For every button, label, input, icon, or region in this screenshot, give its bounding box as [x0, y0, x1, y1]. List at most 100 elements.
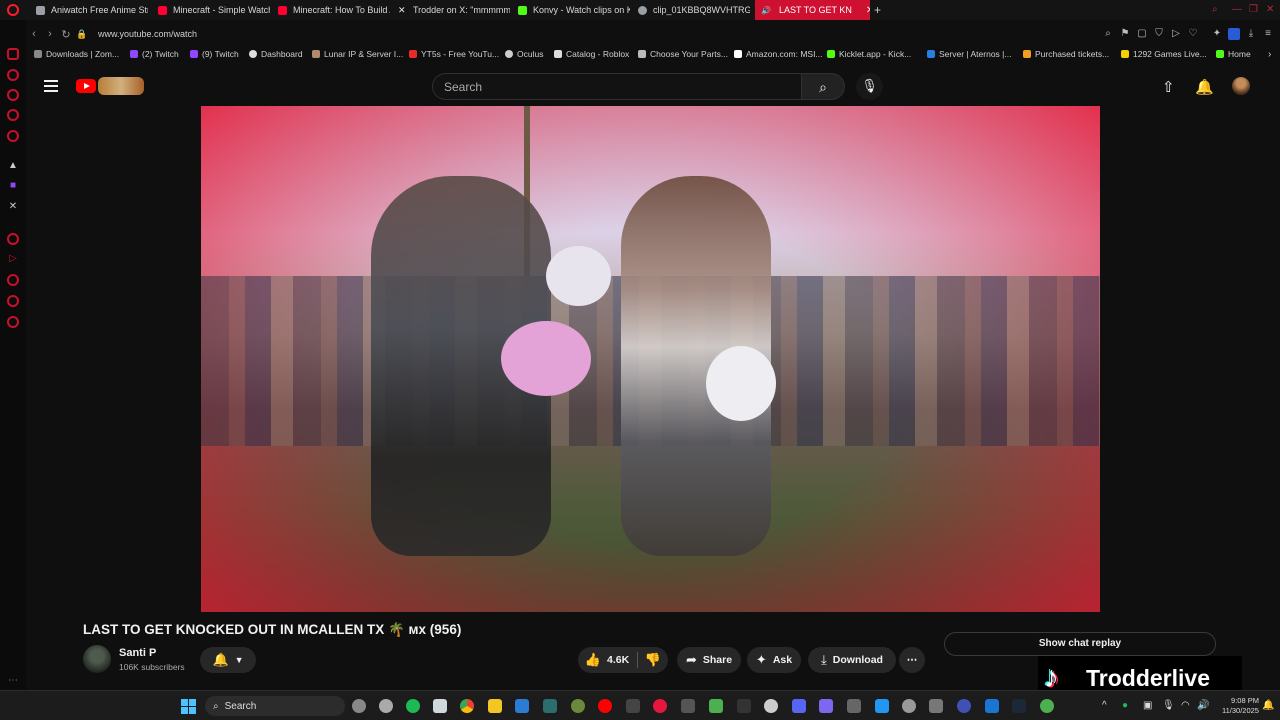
url-field[interactable]: www.youtube.com/watch [98, 29, 197, 39]
sidebar-app-icon[interactable] [7, 316, 19, 328]
tab-minecraft-simple[interactable]: Minecraft - Simple Watch [152, 0, 270, 20]
search-button[interactable]: ⌕ [801, 73, 845, 100]
bookmark-item[interactable]: (2) Twitch [130, 49, 179, 59]
spotify-tray-icon[interactable]: ● [1122, 700, 1128, 711]
twitch-icon[interactable]: ■ [7, 180, 19, 191]
bookmark-item[interactable]: Catalog - Roblox [554, 49, 629, 59]
bookmark-item[interactable]: Server | Aternos |... [927, 49, 1011, 59]
taskbar-app-icon[interactable] [653, 699, 667, 713]
sidebar-app-icon[interactable] [7, 48, 19, 60]
menu-icon[interactable]: ≡ [1262, 28, 1274, 40]
bookmark-item[interactable]: Lunar IP & Server I... [312, 49, 403, 59]
taskbar-app-icon[interactable] [737, 699, 751, 713]
taskbar-app-icon[interactable] [681, 699, 695, 713]
search-input[interactable]: Search [432, 73, 802, 100]
voice-search-button[interactable]: 🎙 [856, 73, 883, 100]
notification-bell-button[interactable]: 🔔 ▼ [200, 647, 256, 673]
bookmark-item[interactable]: Amazon.com: MSI... [734, 49, 823, 59]
notification-icon[interactable]: 🔔 [1262, 700, 1274, 711]
volume-icon[interactable]: 🔊 [1197, 700, 1209, 711]
microphone-tray-icon[interactable]: 🎙 [1162, 700, 1175, 711]
upload-icon[interactable]: ⇧ [1162, 78, 1175, 96]
bookmark-item[interactable]: Downloads | Zom... [34, 49, 119, 59]
profile-icon[interactable] [1228, 28, 1240, 40]
dislike-button[interactable]: 👎 [640, 647, 666, 673]
back-icon[interactable]: ‹ [26, 28, 42, 40]
sidebar-app-icon[interactable] [7, 69, 19, 81]
steam-icon[interactable] [1012, 699, 1026, 713]
channel-name[interactable]: Santi P [119, 647, 156, 659]
taskbar-app-icon[interactable] [929, 699, 943, 713]
tab-minecraft-build[interactable]: Minecraft: How To Build A [272, 0, 390, 20]
taskbar-app-icon[interactable] [515, 699, 529, 713]
sidebar-app-icon[interactable] [7, 233, 19, 245]
close-tab-icon[interactable]: ✕ [866, 5, 870, 16]
sidebar-app-icon[interactable] [7, 89, 19, 101]
taskbar-app-icon[interactable] [626, 699, 640, 713]
minimize-icon[interactable]: — [1232, 4, 1242, 15]
share-button[interactable]: ➦ Share [677, 647, 741, 673]
bookmark-item[interactable]: Home [1216, 49, 1251, 59]
taskbar-app-icon[interactable] [1040, 699, 1054, 713]
ask-button[interactable]: ✦ Ask [747, 647, 801, 673]
video-player[interactable] [201, 106, 1100, 612]
forward-icon[interactable]: › [42, 28, 58, 40]
system-clock[interactable]: 9:08 PM 11/30/2025 [1222, 696, 1259, 716]
taskbar-app-icon[interactable] [543, 699, 557, 713]
wifi-icon[interactable]: ◠ [1181, 700, 1190, 711]
tray-app-icon[interactable]: ▣ [1143, 700, 1152, 711]
youtube-icon[interactable] [598, 699, 612, 713]
show-chat-replay-button[interactable]: Show chat replay [944, 632, 1216, 656]
heart-icon[interactable]: ♡ [1187, 28, 1199, 40]
bookmark-item[interactable]: Kicklet.app - Kick... [827, 49, 911, 59]
bookmark-icon[interactable]: ⚑ [1119, 28, 1131, 40]
taskbar-app-icon[interactable] [902, 699, 916, 713]
taskbar-app-icon[interactable] [709, 699, 723, 713]
hamburger-menu-icon[interactable] [44, 80, 58, 92]
taskbar-app-icon[interactable] [847, 699, 861, 713]
bookmark-item[interactable]: Oculus [505, 49, 543, 59]
bookmark-item[interactable]: (9) Twitch [190, 49, 239, 59]
bookmark-item[interactable]: Dashboard [249, 49, 303, 59]
youtube-doodle-logo[interactable] [98, 77, 144, 95]
chrome-icon[interactable] [460, 699, 474, 713]
download-icon[interactable]: ⤓ [1245, 28, 1257, 40]
sidebar-app-icon[interactable] [7, 109, 19, 121]
maximize-icon[interactable]: ❐ [1249, 4, 1258, 15]
shield-icon[interactable]: ⛉ [1153, 28, 1165, 40]
taskbar-search[interactable]: ⌕ Search [205, 696, 345, 716]
spotify-icon[interactable] [406, 699, 420, 713]
bookmark-item[interactable]: 1292 Games Live... [1121, 49, 1207, 59]
sidebar-play-icon[interactable]: ▷ [7, 253, 19, 264]
zoom-icon[interactable]: ⌕ [1102, 28, 1114, 40]
tab-active-video[interactable]: 🔊 LAST TO GET KN ✕ [755, 0, 870, 20]
sidebar-app-icon[interactable] [7, 274, 19, 286]
like-button[interactable]: 👍 4.6K [578, 647, 636, 673]
tab-clip[interactable]: clip_01KBBQ8WVHTRG3 [632, 0, 750, 20]
download-button[interactable]: ⤓ Download [808, 647, 896, 673]
x-icon[interactable]: ✕ [7, 201, 19, 212]
channel-avatar[interactable] [83, 645, 111, 673]
sidebar-triangle-icon[interactable]: ▲ [7, 160, 19, 171]
youtube-logo[interactable] [76, 79, 96, 93]
tab-konvy-kick[interactable]: Konvy - Watch clips on K [512, 0, 630, 20]
taskbar-app-icon[interactable] [379, 699, 393, 713]
taskbar-app-icon[interactable] [352, 699, 366, 713]
file-explorer-icon[interactable] [488, 699, 502, 713]
taskbar-app-icon[interactable] [985, 699, 999, 713]
taskbar-app-icon[interactable] [957, 699, 971, 713]
tray-chevron-icon[interactable]: ^ [1102, 700, 1107, 711]
tab-trodder-x[interactable]: ✕ Trodder on X: "mmmmm [392, 0, 510, 20]
taskbar-app-icon[interactable] [571, 699, 585, 713]
bookmark-item[interactable]: Choose Your Parts... [638, 49, 728, 59]
start-button[interactable] [181, 699, 196, 714]
bookmark-item[interactable]: Purchased tickets... [1023, 49, 1109, 59]
close-window-icon[interactable]: ✕ [1266, 4, 1274, 15]
tab-aniwatch[interactable]: Aniwatch Free Anime Stre [30, 0, 148, 20]
extensions-icon[interactable]: ✦ [1211, 28, 1223, 40]
taskbar-app-icon[interactable] [819, 699, 833, 713]
bookmarks-more-icon[interactable]: › [1268, 49, 1271, 60]
sidebar-more-icon[interactable]: ⋯ [7, 675, 19, 686]
sidebar-app-icon[interactable] [7, 130, 19, 142]
more-actions-button[interactable]: ⋯ [899, 647, 925, 673]
